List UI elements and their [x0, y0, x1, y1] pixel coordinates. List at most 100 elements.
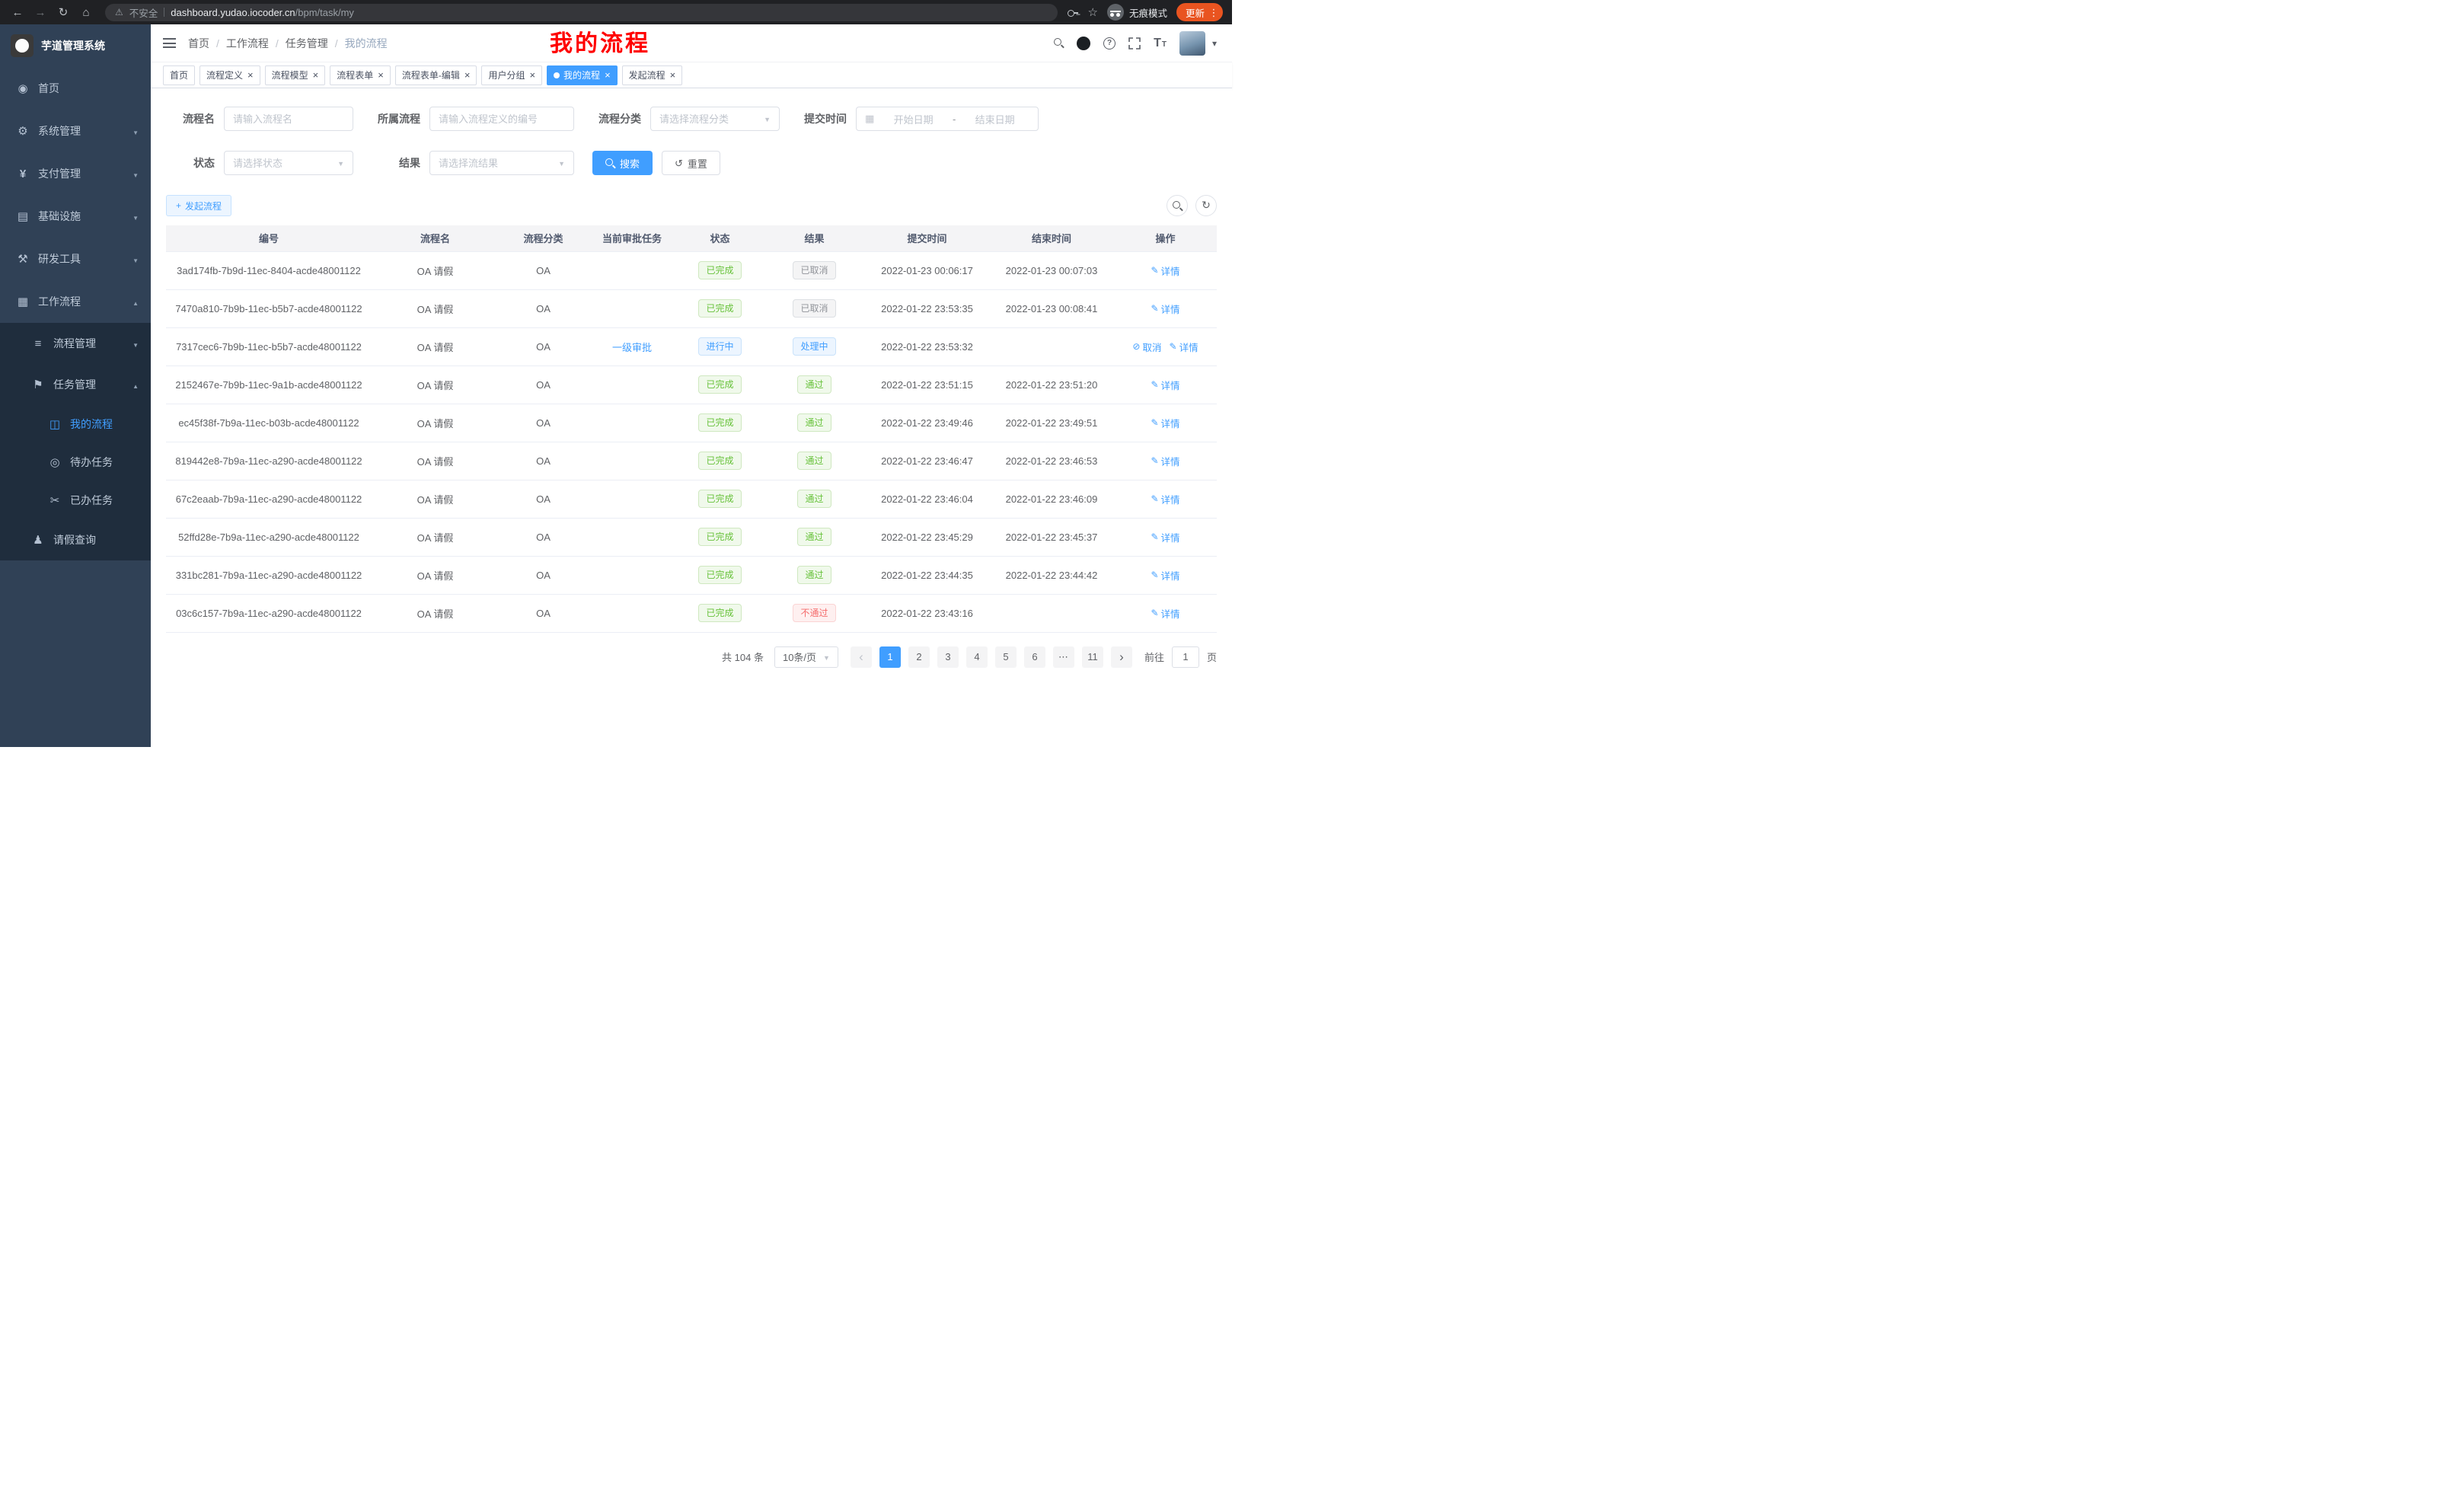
chevron-right-icon [1119, 650, 1124, 663]
page-button[interactable]: 5 [995, 646, 1017, 668]
star-icon[interactable] [1088, 7, 1098, 18]
detail-button[interactable]: 详情 [1151, 263, 1179, 278]
detail-button[interactable]: 详情 [1151, 530, 1179, 544]
key-icon[interactable] [1067, 6, 1079, 18]
next-page-button[interactable] [1111, 646, 1132, 668]
forward-icon[interactable] [30, 2, 50, 22]
category-select-field[interactable] [659, 113, 759, 125]
reset-button[interactable]: 重置 [662, 151, 720, 175]
tab-item[interactable]: 发起流程 [622, 65, 683, 85]
goto-page-input[interactable] [1172, 646, 1199, 668]
menu-dots-icon[interactable] [1208, 8, 1219, 18]
status-select-field[interactable] [233, 158, 333, 169]
page-button[interactable]: 2 [908, 646, 930, 668]
detail-button[interactable]: 详情 [1151, 416, 1179, 430]
process-name-input[interactable] [224, 107, 353, 131]
more-pages-button[interactable]: ⋯ [1053, 646, 1074, 668]
page-button[interactable]: 6 [1024, 646, 1045, 668]
filter-label: 状态 [166, 155, 215, 171]
result-select-field[interactable] [439, 158, 554, 169]
detail-button[interactable]: 详情 [1170, 340, 1198, 354]
cell-end-time: 2022-01-22 23:46:53 [989, 442, 1114, 480]
current-task-link[interactable]: 一级审批 [612, 342, 652, 353]
refresh-button[interactable] [1195, 195, 1217, 216]
search-toggle-button[interactable] [1167, 195, 1188, 216]
tab-item[interactable]: 流程表单 [330, 65, 391, 85]
submit-time-range-picker[interactable]: 开始日期 - 结束日期 [856, 107, 1039, 131]
hamburger-icon[interactable] [163, 38, 176, 48]
home-icon[interactable] [76, 2, 96, 22]
tab-close-icon[interactable] [378, 70, 384, 80]
cancel-button[interactable]: 取消 [1132, 340, 1161, 354]
page-button[interactable]: 1 [879, 646, 901, 668]
page-size-select[interactable]: 10条/页 [774, 646, 838, 668]
create-process-button[interactable]: 发起流程 [166, 195, 231, 216]
cell-id: 7317cec6-7b9b-11ec-b5b7-acde48001122 [166, 327, 372, 366]
search-button[interactable]: 搜索 [592, 151, 653, 175]
detail-button[interactable]: 详情 [1151, 302, 1179, 316]
page-button[interactable]: 4 [966, 646, 988, 668]
page-button[interactable]: 3 [937, 646, 959, 668]
sidebar-item-infrastructure[interactable]: 基础设施 [0, 195, 151, 238]
detail-button[interactable]: 详情 [1151, 568, 1179, 583]
prev-page-button[interactable] [851, 646, 872, 668]
cell-submit-time: 2022-01-22 23:49:46 [865, 404, 989, 442]
chevron-up-icon [132, 296, 139, 307]
tab-close-icon[interactable] [247, 70, 254, 80]
tab-close-icon[interactable] [313, 70, 319, 80]
detail-button[interactable]: 详情 [1151, 606, 1179, 621]
tab-item[interactable]: 流程模型 [265, 65, 326, 85]
sidebar-item-todo-tasks[interactable]: 待办任务 [0, 443, 151, 481]
tab-item[interactable]: 流程表单-编辑 [395, 65, 477, 85]
breadcrumb-home[interactable]: 首页 [188, 36, 226, 51]
sidebar-item-payment[interactable]: 支付管理 [0, 152, 151, 195]
back-icon[interactable] [8, 2, 27, 22]
font-size-icon[interactable] [1154, 37, 1167, 50]
sidebar-item-process-management[interactable]: 流程管理 [0, 323, 151, 364]
menu-label: 流程管理 [53, 336, 96, 351]
sidebar-item-home[interactable]: 首页 [0, 67, 151, 110]
search-icon[interactable] [1054, 38, 1064, 48]
process-name-input-field[interactable] [233, 113, 344, 125]
tab-close-icon[interactable] [464, 70, 471, 80]
cell-submit-time: 2022-01-22 23:53:35 [865, 289, 989, 327]
sidebar-item-workflow[interactable]: 工作流程 [0, 280, 151, 323]
tab-item[interactable]: 用户分组 [481, 65, 542, 85]
tab-close-icon[interactable] [670, 70, 676, 80]
tab-close-icon[interactable] [529, 70, 535, 80]
page-button[interactable]: 11 [1082, 646, 1103, 668]
chrome-update-button[interactable]: 更新 [1176, 3, 1223, 21]
address-bar[interactable]: 不安全 dashboard.yudao.iocoder.cn/bpm/task/… [105, 4, 1058, 21]
sidebar-item-task-management[interactable]: 任务管理 [0, 364, 151, 405]
avatar[interactable] [1179, 31, 1205, 56]
detail-button[interactable]: 详情 [1151, 492, 1179, 506]
reload-icon[interactable] [53, 2, 73, 22]
tab-close-icon[interactable] [605, 70, 611, 80]
sidebar-item-my-process[interactable]: 我的流程 [0, 405, 151, 443]
detail-button[interactable]: 详情 [1151, 378, 1179, 392]
result-select[interactable] [429, 151, 574, 175]
tab-item[interactable]: 流程定义 [199, 65, 260, 85]
sidebar-item-dev-tools[interactable]: 研发工具 [0, 238, 151, 280]
avatar-dropdown-caret[interactable] [1212, 39, 1217, 48]
scissors-icon [48, 495, 62, 506]
tab-item[interactable]: 我的流程 [547, 65, 618, 85]
detail-button[interactable]: 详情 [1151, 454, 1179, 468]
tab-label: 首页 [170, 69, 188, 81]
workflow-icon [16, 296, 30, 308]
page-url[interactable]: dashboard.yudao.iocoder.cn/bpm/task/my [171, 7, 354, 18]
category-select[interactable] [650, 107, 780, 131]
status-select[interactable] [224, 151, 353, 175]
security-label[interactable]: 不安全 [129, 5, 158, 20]
tab-item[interactable]: 首页 [163, 65, 195, 85]
fullscreen-icon[interactable] [1128, 37, 1141, 49]
breadcrumb-task-management[interactable]: 任务管理 [286, 36, 345, 51]
process-key-input[interactable] [429, 107, 574, 131]
help-icon[interactable] [1103, 37, 1116, 49]
sidebar-item-leave-query[interactable]: 请假查询 [0, 519, 151, 560]
breadcrumb-workflow[interactable]: 工作流程 [226, 36, 286, 51]
process-key-input-field[interactable] [439, 113, 565, 125]
sidebar-item-system[interactable]: 系统管理 [0, 110, 151, 152]
github-icon[interactable] [1077, 37, 1090, 50]
sidebar-item-done-tasks[interactable]: 已办任务 [0, 481, 151, 519]
